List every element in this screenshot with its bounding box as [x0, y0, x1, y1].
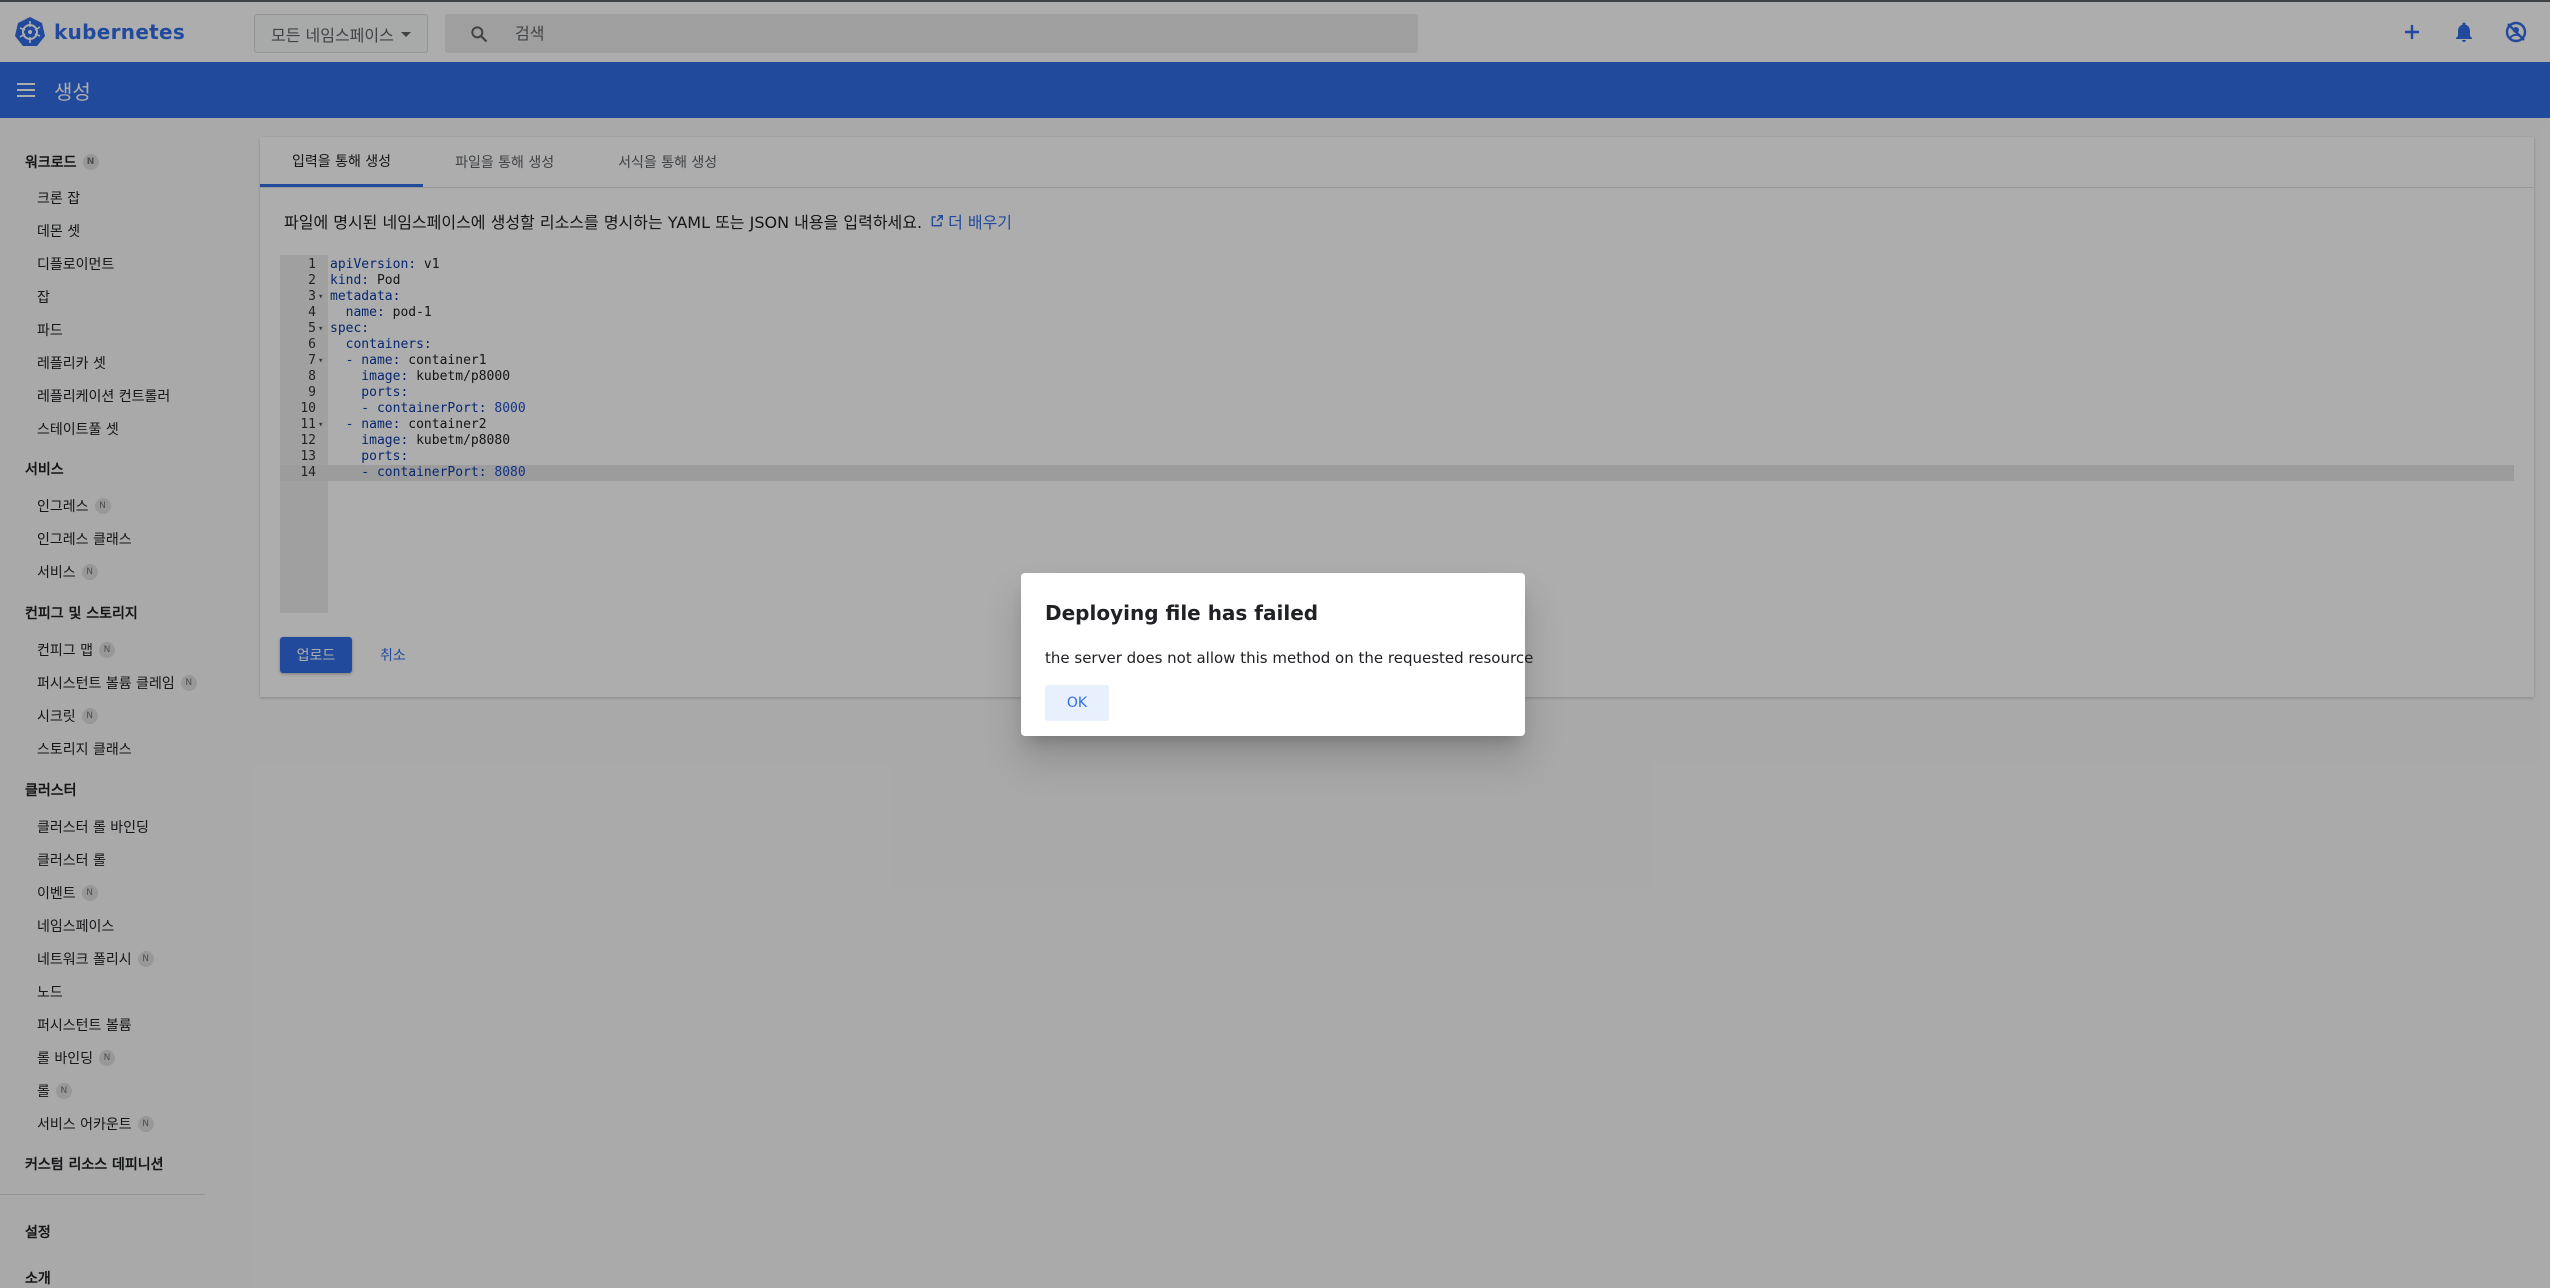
dialog-title: Deploying file has failed [1045, 601, 1319, 625]
dialog-ok-button[interactable]: OK [1045, 685, 1109, 721]
error-dialog: Deploying file has failed the server doe… [1021, 573, 1533, 736]
dialog-message: the server does not allow this method on… [1045, 649, 1534, 667]
